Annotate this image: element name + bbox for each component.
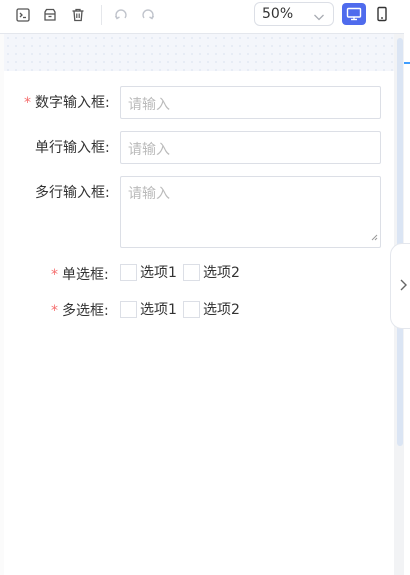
radio-box[interactable] — [183, 263, 200, 281]
checkbox-label: * 多选框: — [51, 303, 109, 319]
number-input-placeholder: 请输入 — [128, 97, 170, 113]
number-input[interactable]: 请输入 — [120, 86, 381, 119]
undo-icon[interactable] — [111, 5, 131, 25]
multi-line-input-placeholder: 请输入 — [128, 186, 170, 202]
selection-marker — [404, 62, 410, 64]
required-mark: * — [51, 267, 58, 283]
required-mark: * — [51, 303, 58, 319]
multi-line-input[interactable]: 请输入 — [120, 176, 381, 248]
multi-line-input-label: 多行输入框: — [35, 185, 110, 201]
checkbox-option-2[interactable]: 选项2 — [183, 299, 240, 319]
archive-icon[interactable] — [40, 5, 60, 25]
expand-panel-button[interactable] — [390, 243, 410, 329]
chevron-down-icon — [313, 8, 325, 27]
scrollbar-thumb[interactable] — [397, 38, 403, 446]
trash-icon[interactable] — [68, 5, 88, 25]
radio-option-1[interactable]: 选项1 — [120, 262, 177, 282]
checkbox-option-1[interactable]: 选项1 — [120, 299, 177, 319]
single-line-input-placeholder: 请输入 — [128, 142, 170, 158]
checkbox-box[interactable] — [183, 300, 200, 318]
desktop-icon[interactable] — [342, 3, 366, 25]
single-line-input[interactable]: 请输入 — [120, 131, 381, 164]
mobile-icon[interactable] — [372, 3, 392, 25]
toolbar: 50% — [0, 0, 410, 30]
chevron-right-icon — [398, 277, 408, 296]
resize-handle-icon[interactable] — [371, 226, 378, 245]
radio-box[interactable] — [120, 263, 137, 281]
canvas-edge — [0, 34, 4, 575]
radio-label: * 单选框: — [51, 267, 109, 283]
number-input-label: * 数字输入框: — [24, 95, 110, 111]
zoom-value: 50% — [262, 6, 294, 22]
canvas-dotted-background — [4, 34, 394, 71]
toolbar-divider — [101, 5, 102, 25]
redo-icon[interactable] — [138, 5, 158, 25]
radio-option-2[interactable]: 选项2 — [183, 262, 240, 282]
single-line-input-label: 单行输入框: — [35, 140, 110, 156]
terminal-icon[interactable] — [13, 5, 33, 25]
required-mark: * — [24, 95, 31, 111]
checkbox-box[interactable] — [120, 300, 137, 318]
zoom-select[interactable]: 50% — [254, 2, 334, 26]
